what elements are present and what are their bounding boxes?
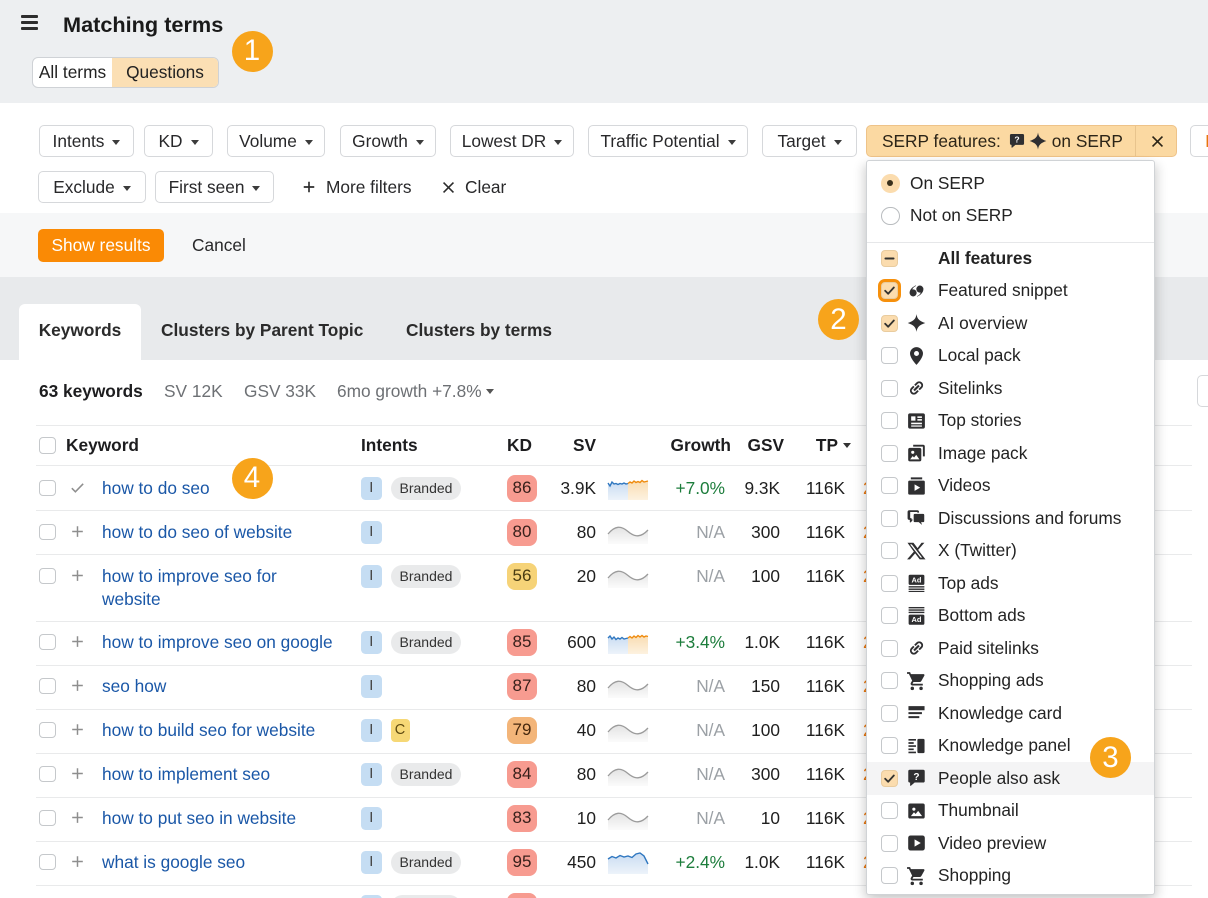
svg-text:Ad: Ad [911, 615, 921, 624]
svg-text:?: ? [913, 772, 919, 783]
svg-text:?: ? [1014, 135, 1019, 145]
svg-text:Ad: Ad [911, 576, 921, 585]
